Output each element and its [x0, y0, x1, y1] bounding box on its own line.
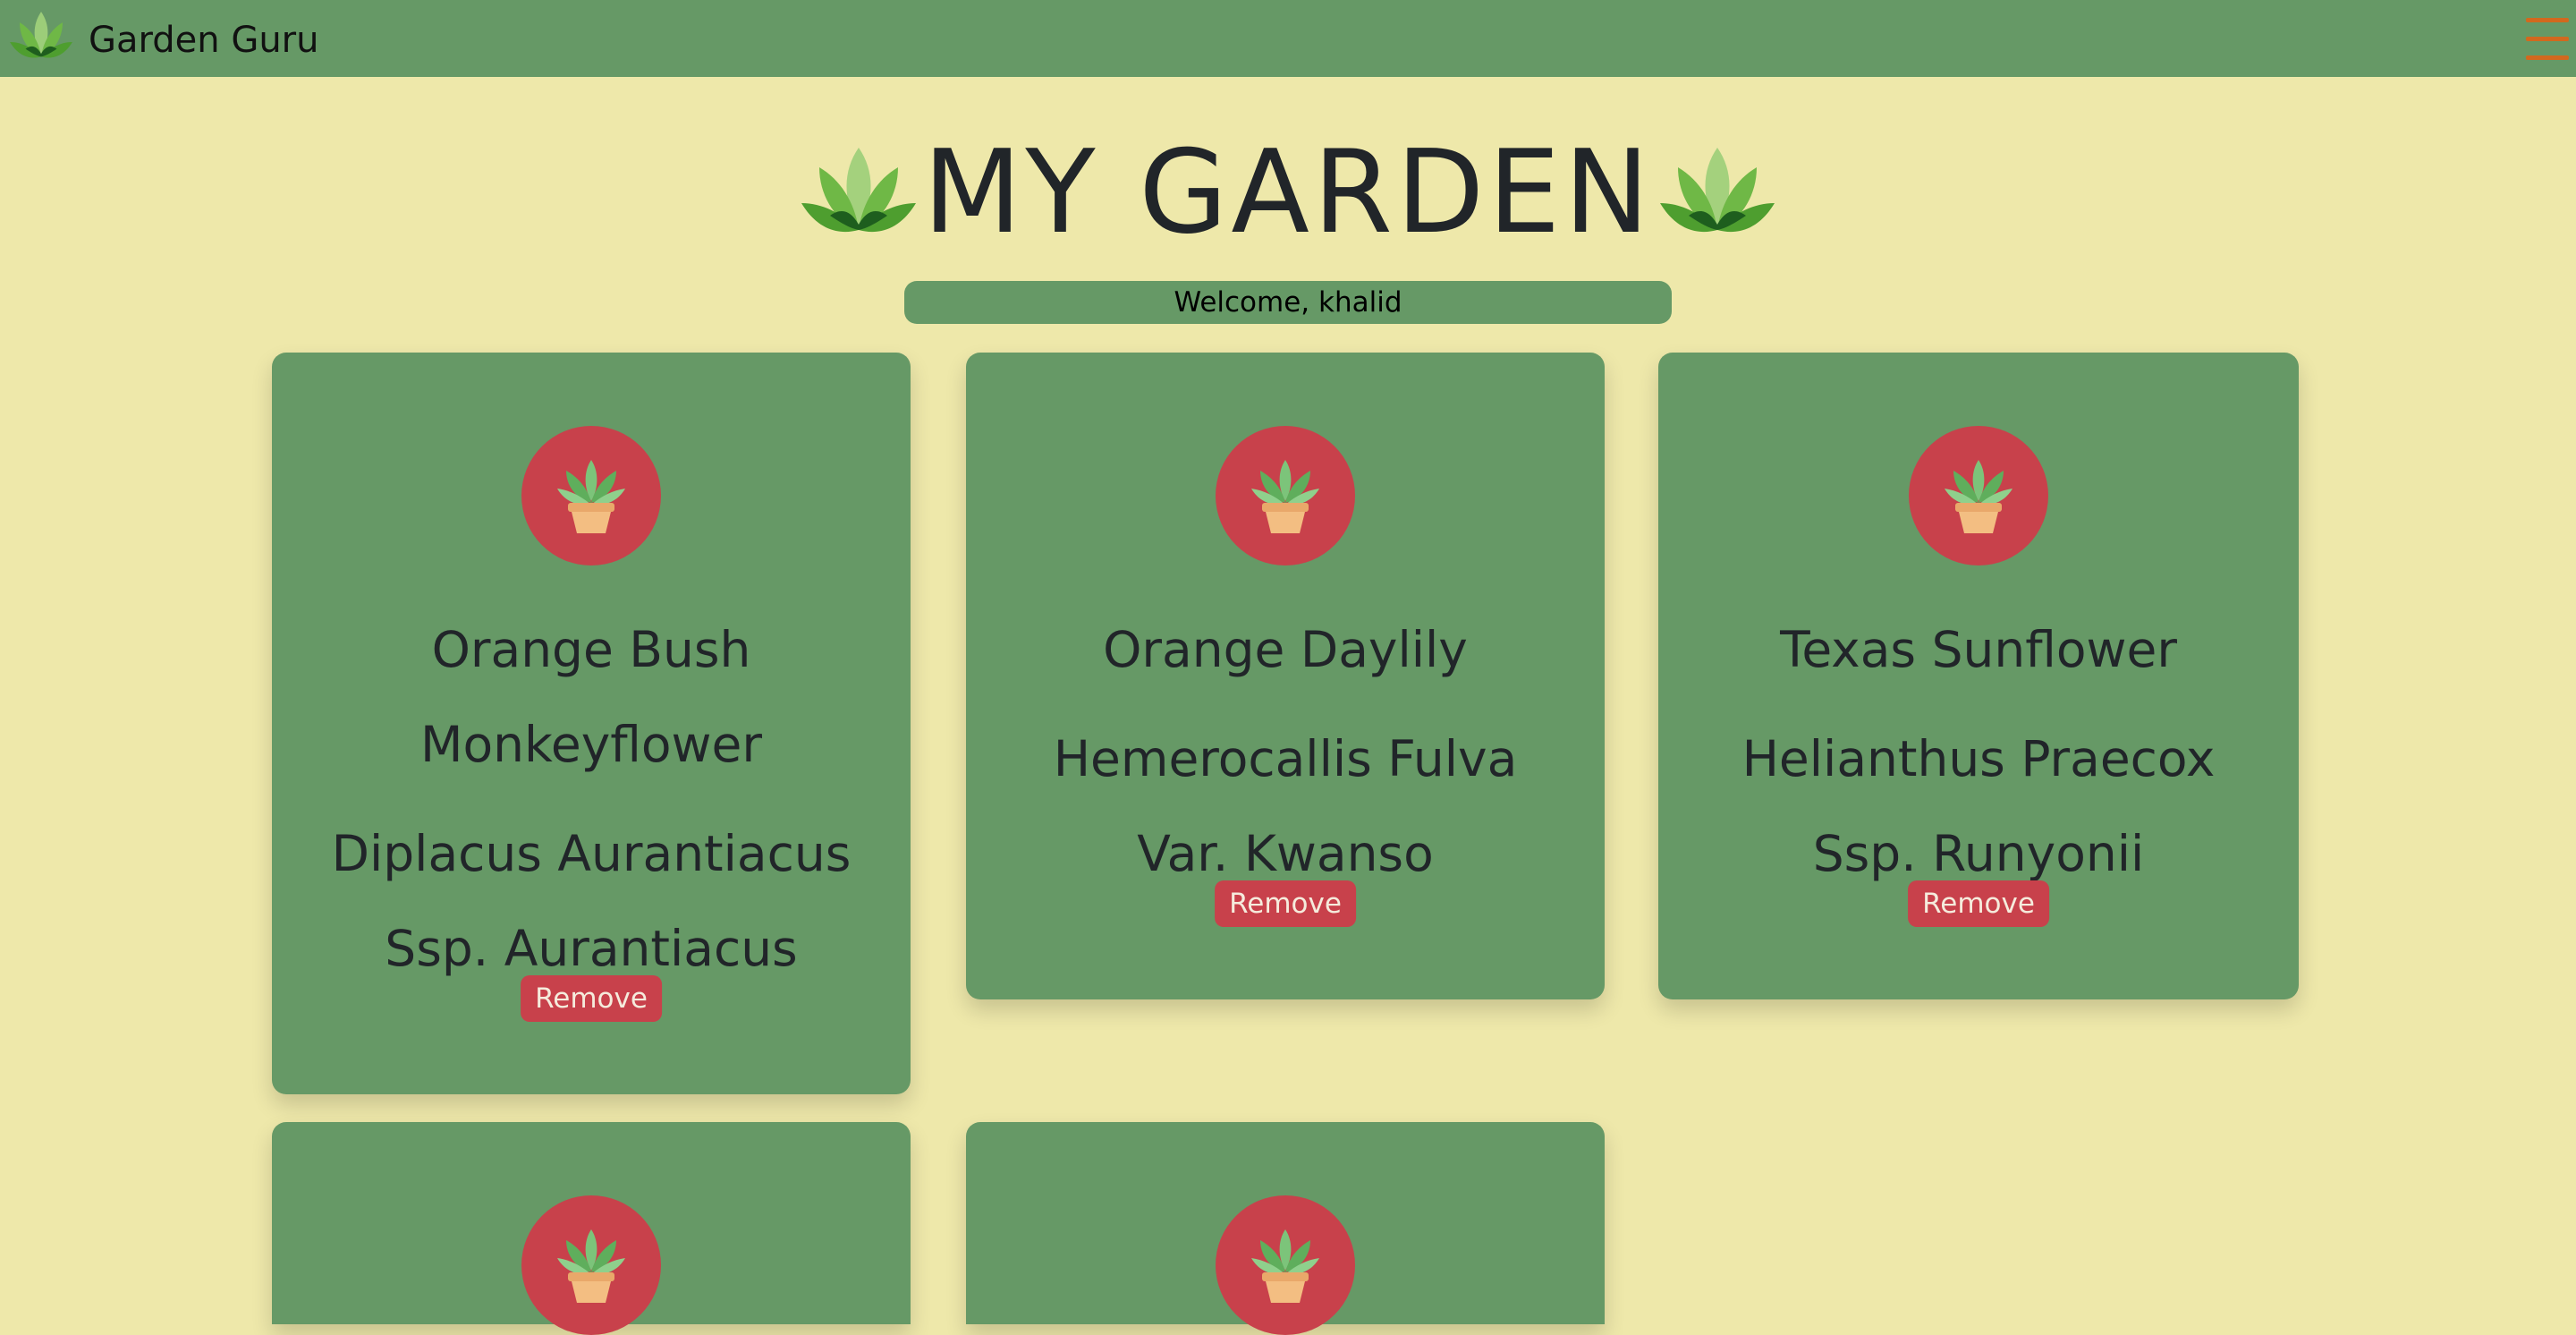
plant-card: Texas Sunflower Helianthus Praecox Ssp. … [1658, 353, 2299, 999]
plant-scientific-name: Ssp. Runyonii [1812, 825, 2145, 882]
plant-avatar [521, 1195, 661, 1335]
plant-avatar [1216, 1195, 1355, 1335]
welcome-banner: Welcome, khalid [904, 281, 1672, 324]
plant-common-name: Monkeyflower [420, 716, 762, 773]
plant-scientific-name: Diplacus Aurantiacus [331, 825, 852, 882]
leaf-logo-icon[interactable] [9, 7, 73, 66]
plant-scientific-name: Ssp. Aurantiacus [385, 920, 798, 977]
plant-card [272, 1122, 911, 1335]
plant-card: Orange Bush Monkeyflower Diplacus Aurant… [272, 353, 911, 1094]
plant-card: Orange Daylily Hemerocallis Fulva Var. K… [966, 353, 1605, 999]
potted-plant-icon [1250, 1228, 1321, 1305]
page-title: MY GARDEN [922, 126, 1654, 259]
remove-button[interactable]: Remove [521, 975, 662, 1022]
remove-button[interactable]: Remove [1215, 880, 1356, 927]
plant-scientific-name: Helianthus Praecox [1741, 730, 2216, 787]
remove-button[interactable]: Remove [1908, 880, 2049, 927]
leaf-left-icon [800, 144, 918, 242]
potted-plant-icon [1250, 458, 1321, 535]
plant-avatar [521, 426, 661, 565]
plant-avatar [1216, 426, 1355, 565]
leaf-right-icon [1658, 144, 1776, 242]
plant-avatar [1909, 426, 2048, 565]
plant-common-name: Orange Daylily [1103, 621, 1468, 678]
brand-name[interactable]: Garden Guru [89, 16, 318, 64]
plant-scientific-name: Hemerocallis Fulva [1053, 730, 1518, 787]
plant-scientific-name: Var. Kwanso [1137, 825, 1434, 882]
plant-common-name: Orange Bush [431, 621, 751, 678]
potted-plant-icon [555, 458, 627, 535]
potted-plant-icon [555, 1228, 627, 1305]
top-navbar: Garden Guru [0, 0, 2576, 77]
potted-plant-icon [1943, 458, 2014, 535]
plant-common-name: Texas Sunflower [1780, 621, 2177, 678]
hamburger-menu-icon[interactable] [2519, 13, 2576, 64]
page-title-row: MY GARDEN [0, 132, 2576, 254]
plant-card [966, 1122, 1605, 1335]
